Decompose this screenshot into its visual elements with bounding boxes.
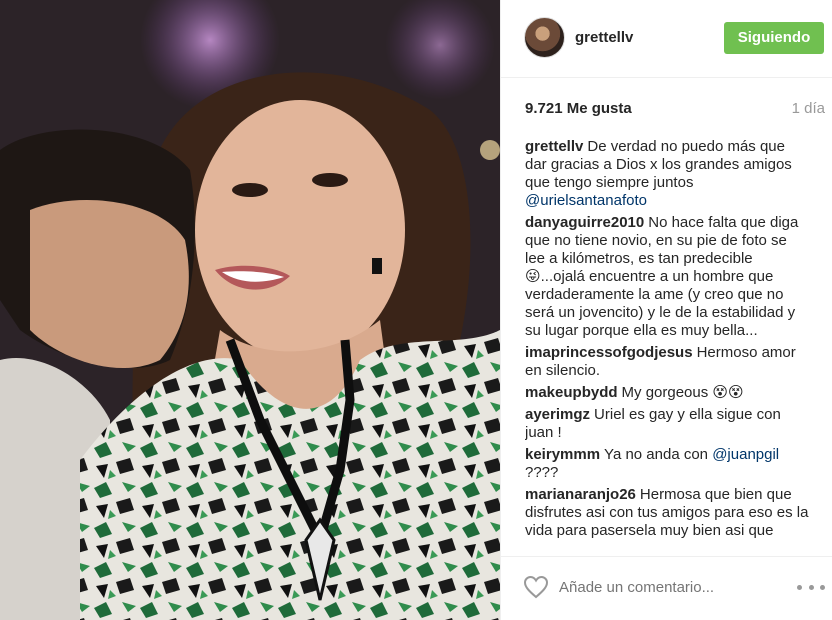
- comment-username[interactable]: keirymmm: [525, 446, 600, 463]
- following-button[interactable]: Siguiendo: [724, 22, 824, 54]
- comment-item: grettellv De verdad no puedo más que dar …: [525, 138, 809, 210]
- comment-item: ayerimgz Uriel es gay y ella sigue con ju…: [525, 406, 809, 442]
- comment-input[interactable]: [559, 575, 779, 599]
- post-side-panel: grettellv Siguiendo 9.721 Me gusta 1 día…: [500, 0, 832, 620]
- comment-username[interactable]: danyaguirre2010: [525, 214, 644, 231]
- comment-item: danyaguirre2010 No hace falta que diga qu…: [525, 214, 809, 340]
- comment-mention[interactable]: @juanpgil: [712, 446, 779, 463]
- comment-item: makeupbydd My gorgeous 😵😵: [525, 384, 809, 402]
- comment-text-after: ????: [525, 464, 559, 481]
- post-stats: 9.721 Me gusta 1 día: [525, 98, 825, 120]
- comment-text: Ya no anda con: [604, 446, 709, 463]
- dot: [808, 584, 814, 590]
- avatar[interactable]: [524, 17, 565, 58]
- post-timestamp[interactable]: 1 día: [792, 100, 825, 117]
- comment-text: My gorgeous 😵😵: [621, 384, 744, 401]
- comment-username[interactable]: makeupbydd: [525, 384, 618, 401]
- author-username[interactable]: grettellv: [575, 29, 633, 46]
- dot: [820, 584, 825, 590]
- comment-username[interactable]: ayerimgz: [525, 406, 590, 423]
- comment-item: imaprincessofgodjesus Hermoso amor en sil…: [525, 344, 809, 380]
- photo-illustration: [0, 0, 500, 620]
- post-photo[interactable]: [0, 0, 500, 620]
- comment-list[interactable]: grettellv De verdad no puedo más que dar …: [525, 138, 809, 554]
- heart-icon[interactable]: [523, 575, 549, 599]
- dot: [797, 584, 802, 590]
- comment-username[interactable]: marianaranjo26: [525, 486, 636, 503]
- like-count[interactable]: 9.721 Me gusta: [525, 100, 632, 117]
- comment-item: marianaranjo26 Hermosa que bien que disfr…: [525, 486, 809, 540]
- comment-username[interactable]: grettellv: [525, 138, 583, 155]
- more-options-icon[interactable]: [797, 577, 825, 597]
- comment-item: keirymmm Ya no anda con @juanpgil ????: [525, 446, 809, 482]
- post-header: grettellv Siguiendo: [501, 0, 832, 78]
- comment-footer: [501, 556, 832, 620]
- comment-username[interactable]: imaprincessofgodjesus: [525, 344, 693, 361]
- comment-text: No hace falta que diga que no tiene novi…: [525, 214, 799, 339]
- comment-mention[interactable]: @urielsantanafoto: [525, 192, 647, 209]
